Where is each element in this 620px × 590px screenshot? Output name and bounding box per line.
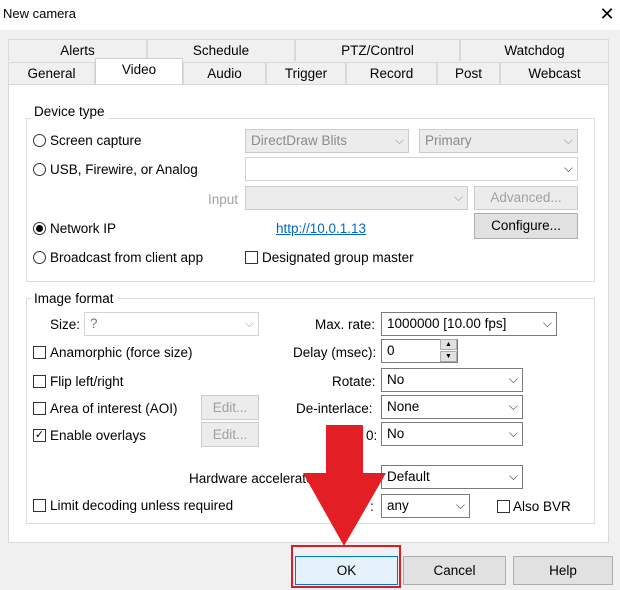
- designated-master-checkbox[interactable]: [245, 251, 258, 264]
- directdraw-combo: DirectDraw Blits ⌵: [245, 129, 409, 153]
- broadcast-label: Broadcast from client app: [50, 250, 204, 265]
- flip-label: Flip left/right: [50, 374, 124, 389]
- tab-audio[interactable]: Audio: [183, 62, 266, 84]
- limit-decoding-checkbox[interactable]: [33, 499, 46, 512]
- usb-device-combo[interactable]: ⌵: [245, 157, 578, 181]
- anamorphic-checkbox[interactable]: [33, 346, 46, 359]
- hw-accel-combo[interactable]: Default ⌵: [381, 465, 523, 489]
- enable-overlays-label: Enable overlays: [50, 428, 147, 443]
- chevron-down-icon: ⌵: [508, 469, 518, 483]
- screen-capture-label: Screen capture: [50, 133, 142, 148]
- designated-master-label: Designated group master: [262, 250, 414, 265]
- rotate-value: No: [387, 372, 405, 387]
- window-title: New camera: [3, 6, 76, 21]
- also-bvr-checkbox[interactable]: [497, 500, 510, 513]
- decode-any-combo[interactable]: any ⌵: [381, 494, 470, 518]
- chevron-down-icon: ⌵: [563, 161, 573, 175]
- aoi-checkbox[interactable]: [33, 402, 46, 415]
- tab-video[interactable]: Video: [95, 58, 183, 84]
- enable-overlays-checkbox[interactable]: ✓: [33, 429, 46, 442]
- close-icon[interactable]: ✕: [597, 3, 617, 25]
- rotate-label: Rotate:: [332, 374, 376, 389]
- chevron-down-icon: ⌵: [394, 133, 404, 147]
- ok-highlight-box: [291, 545, 401, 588]
- red-arrow-icon: [303, 425, 386, 546]
- title-bar: [0, 0, 620, 30]
- tab-watchdog[interactable]: Watchdog: [460, 39, 609, 61]
- help-button[interactable]: Help: [513, 556, 613, 585]
- anamorphic-label: Anamorphic (force size): [50, 345, 193, 360]
- tab-webcast[interactable]: Webcast: [500, 62, 609, 84]
- image-format-label: Image format: [31, 291, 117, 306]
- overlay-edit-button: Edit...: [201, 422, 259, 447]
- tab-post[interactable]: Post: [437, 62, 500, 84]
- broadcast-radio[interactable]: [33, 251, 46, 264]
- advanced-button: Advanced...: [474, 186, 578, 210]
- size-label: Size:: [50, 317, 81, 332]
- tab-general[interactable]: General: [8, 62, 95, 84]
- usb-label: USB, Firewire, or Analog: [50, 162, 198, 177]
- chevron-down-icon: ⌵: [508, 372, 518, 386]
- deinterlace-combo[interactable]: None ⌵: [381, 395, 523, 419]
- delay-value: 0: [387, 343, 395, 358]
- partial-combo[interactable]: No ⌵: [381, 422, 523, 446]
- network-ip-url[interactable]: http://10.0.1.13: [276, 221, 366, 236]
- max-rate-label: Max. rate:: [315, 317, 376, 332]
- limit-decoding-label: Limit decoding unless required: [50, 498, 234, 513]
- tab-ptz-control[interactable]: PTZ/Control: [295, 39, 460, 61]
- chevron-down-icon: ⌵: [455, 498, 465, 512]
- decode-any-value: any: [387, 498, 409, 513]
- usb-radio[interactable]: [33, 163, 46, 176]
- chevron-down-icon: ⌵: [508, 426, 518, 440]
- chevron-down-icon: ⌵: [508, 399, 518, 413]
- chevron-down-icon: ⌵: [453, 190, 463, 204]
- spin-up-icon[interactable]: ▲: [440, 339, 457, 350]
- max-rate-value: 1000000 [10.00 fps]: [387, 316, 507, 331]
- aoi-edit-button: Edit...: [201, 395, 259, 420]
- chevron-down-icon: ⌵: [542, 316, 552, 330]
- rotate-combo[interactable]: No ⌵: [381, 368, 523, 392]
- chevron-down-icon: ⌵: [563, 133, 573, 147]
- delay-label: Delay (msec):: [293, 345, 377, 360]
- tab-trigger[interactable]: Trigger: [266, 62, 346, 84]
- aoi-label: Area of interest (AOI): [50, 401, 178, 416]
- size-combo[interactable]: ? ⌵: [84, 312, 259, 336]
- input-label: Input: [208, 192, 239, 207]
- primary-value: Primary: [425, 133, 472, 148]
- max-rate-combo[interactable]: 1000000 [10.00 fps] ⌵: [381, 312, 557, 336]
- configure-button[interactable]: Configure...: [474, 213, 578, 239]
- directdraw-value: DirectDraw Blits: [251, 133, 348, 148]
- input-combo: ⌵: [245, 186, 468, 210]
- chevron-down-icon: ⌵: [244, 316, 254, 330]
- delay-spinner[interactable]: ▲ ▼: [440, 339, 457, 363]
- deinterlace-label: De-interlace:: [296, 401, 373, 416]
- flip-checkbox[interactable]: [33, 375, 46, 388]
- device-type-label: Device type: [31, 104, 108, 119]
- screen-capture-radio[interactable]: [33, 134, 46, 147]
- network-ip-label: Network IP: [50, 221, 117, 236]
- hw-accel-value: Default: [387, 469, 430, 484]
- network-ip-radio[interactable]: [33, 222, 46, 235]
- tab-record[interactable]: Record: [346, 62, 437, 84]
- cancel-button[interactable]: Cancel: [403, 556, 506, 585]
- also-bvr-label: Also BVR: [513, 499, 571, 514]
- primary-combo: Primary ⌵: [419, 129, 578, 153]
- spin-down-icon[interactable]: ▼: [440, 351, 457, 362]
- size-value: ?: [90, 316, 98, 331]
- deinterlace-value: None: [387, 399, 420, 414]
